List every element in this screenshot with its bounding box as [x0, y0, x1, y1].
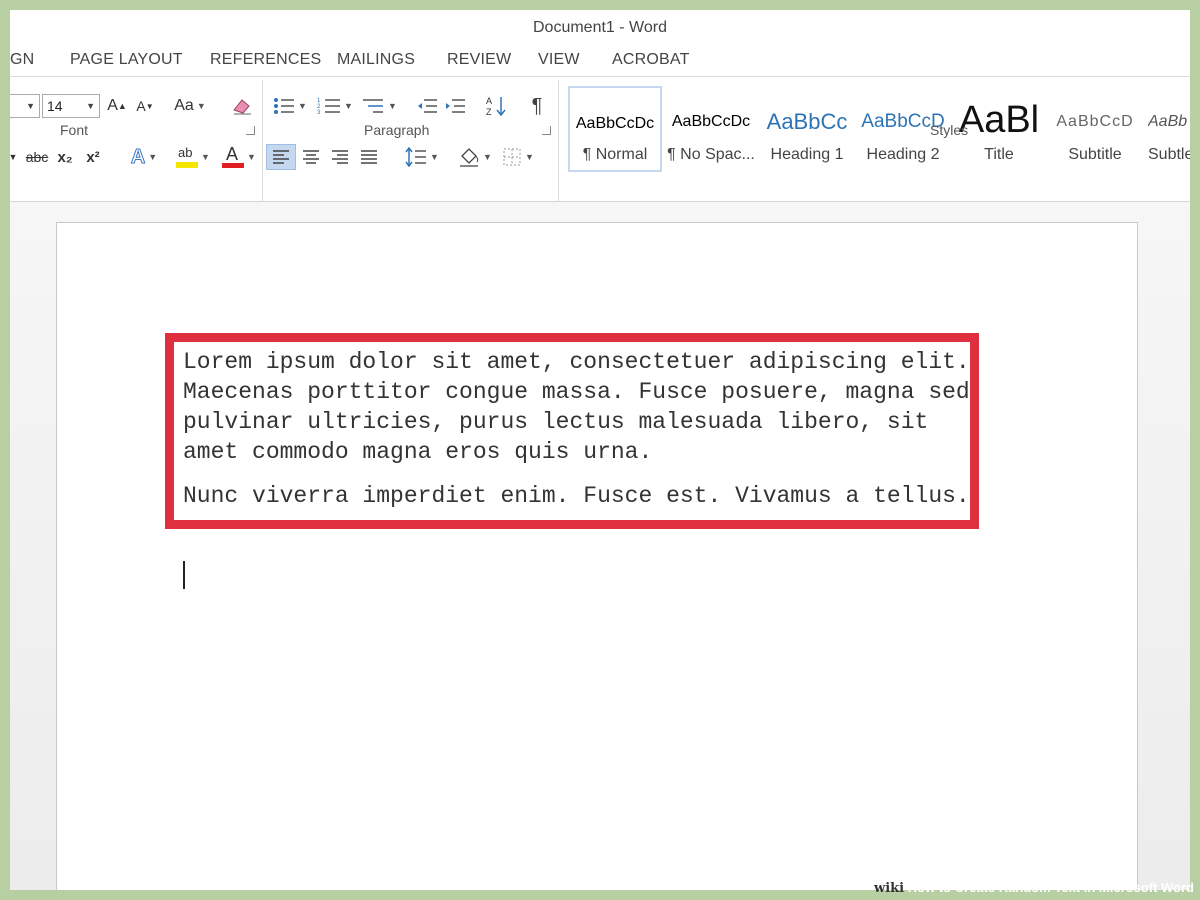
eraser-icon — [233, 99, 251, 115]
paragraph-dialog-launcher-icon[interactable] — [542, 126, 551, 135]
multilevel-list-icon — [363, 99, 384, 113]
multilevel-list-button[interactable]: ▼ — [360, 93, 398, 119]
decrease-indent-icon — [418, 99, 437, 113]
increase-indent-button[interactable] — [442, 93, 468, 119]
align-left-icon — [273, 150, 289, 164]
sort-az-icon: AZ — [486, 96, 506, 117]
show-formatting-marks-button[interactable]: ¶ — [526, 93, 548, 119]
font-color-swatch — [222, 163, 245, 168]
align-right-icon — [332, 150, 348, 164]
window-title: Document1 - Word — [533, 19, 667, 36]
ribbon-tabs: GN PAGE LAYOUT REFERENCES MAILINGS REVIE… — [10, 48, 1190, 74]
watermark: wiki How to Create Random Text in Micros… — [874, 880, 1194, 896]
word-window: Document1 - Word GN PAGE LAYOUT REFERENC… — [10, 10, 1190, 890]
numbered-list-icon: 123 — [317, 98, 341, 116]
text-effects-button[interactable]: A ▼ — [124, 144, 164, 170]
styles-gallery: AaBbCcDc ¶ Normal AaBbCcDc ¶ No Spac... … — [566, 86, 1190, 172]
paragraph-1[interactable]: Lorem ipsum dolor sit amet, consectetuer… — [183, 347, 983, 467]
borders-button[interactable]: ▼ — [498, 144, 538, 170]
style-subtitle[interactable]: AaBbCcD Subtitle — [1048, 86, 1142, 172]
bullet-list-icon — [274, 98, 295, 114]
document-area: Lorem ipsum dolor sit amet, consectetuer… — [10, 202, 1190, 890]
font-size-dropdown[interactable]: 14 ▼ — [42, 94, 100, 118]
document-body[interactable]: Lorem ipsum dolor sit amet, consectetuer… — [183, 347, 983, 525]
font-dialog-launcher-icon[interactable] — [246, 126, 255, 135]
separator — [558, 80, 559, 206]
svg-text:Z: Z — [486, 107, 492, 117]
tab-mailings[interactable]: MAILINGS — [337, 48, 415, 72]
style-heading-1[interactable]: AaBbCc Heading 1 — [760, 86, 854, 172]
sort-button[interactable]: AZ — [484, 93, 510, 119]
borders-icon — [503, 148, 521, 166]
justify-icon — [361, 150, 377, 164]
strikethrough-button[interactable]: abc — [24, 144, 50, 170]
font-group-label: Font — [60, 122, 89, 138]
text-highlight-button[interactable]: ab ▼ — [170, 144, 216, 170]
tab-page-layout[interactable]: PAGE LAYOUT — [70, 48, 183, 72]
separator — [262, 80, 263, 206]
numbering-button[interactable]: 1 2 3 ▼ — [316, 93, 354, 119]
tab-design[interactable]: GN — [10, 48, 34, 72]
font-color-icon: A — [222, 144, 245, 169]
paint-bucket-icon — [460, 148, 479, 167]
align-left-button[interactable] — [266, 144, 296, 170]
font-dropdown-arrow[interactable]: ▼ — [10, 144, 20, 170]
font-name-dropdown[interactable]: ▼ — [10, 94, 40, 118]
font-color-button[interactable]: A ▼ — [216, 144, 262, 170]
tab-references[interactable]: REFERENCES — [210, 48, 321, 72]
line-spacing-button[interactable]: ▼ — [400, 144, 444, 170]
bullets-button[interactable]: ▼ — [272, 93, 308, 119]
svg-text:3: 3 — [317, 110, 321, 116]
subscript-button[interactable]: x₂ — [54, 144, 76, 170]
clear-formatting-button[interactable] — [230, 93, 254, 119]
shrink-font-button[interactable]: A ▼ — [134, 93, 156, 119]
line-spacing-icon — [405, 147, 427, 167]
paragraph-group-label: Paragraph — [364, 122, 430, 138]
svg-text:A: A — [486, 96, 492, 106]
style-no-spacing[interactable]: AaBbCcDc ¶ No Spac... — [664, 86, 758, 172]
align-center-icon — [303, 150, 319, 164]
tab-review[interactable]: REVIEW — [447, 48, 511, 72]
style-subtle[interactable]: AaBb Subtle — [1144, 86, 1190, 172]
shading-button[interactable]: ▼ — [454, 144, 496, 170]
change-case-button[interactable]: Aa ▼ — [170, 93, 210, 119]
document-page[interactable]: Lorem ipsum dolor sit amet, consectetuer… — [56, 222, 1138, 890]
paragraph-2[interactable]: Nunc viverra imperdiet enim. Fusce est. … — [183, 481, 983, 511]
align-center-button[interactable] — [298, 144, 324, 170]
increase-indent-icon — [446, 99, 465, 113]
text-cursor — [183, 561, 185, 589]
align-right-button[interactable] — [327, 144, 353, 170]
tab-acrobat[interactable]: ACROBAT — [612, 48, 690, 72]
highlight-color-swatch — [176, 162, 199, 168]
grow-font-button[interactable]: A ▲ — [106, 93, 128, 119]
tab-view[interactable]: VIEW — [538, 48, 580, 72]
style-normal[interactable]: AaBbCcDc ¶ Normal — [568, 86, 662, 172]
highlighter-icon: ab — [176, 145, 199, 169]
decrease-indent-button[interactable] — [414, 93, 440, 119]
superscript-button[interactable]: x² — [82, 144, 104, 170]
justify-button[interactable] — [356, 144, 382, 170]
styles-group-label: Styles — [930, 122, 969, 138]
